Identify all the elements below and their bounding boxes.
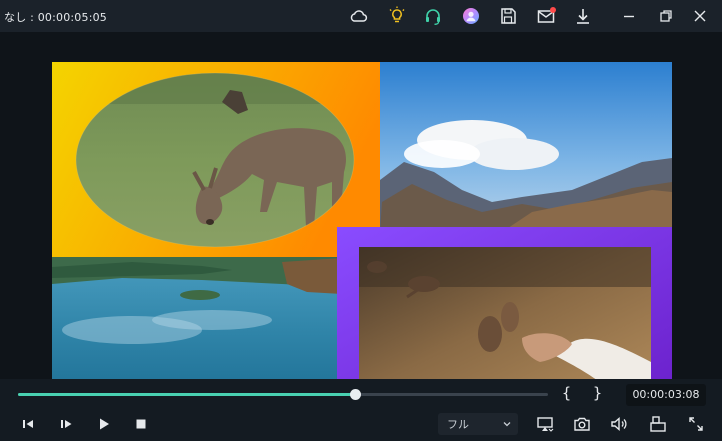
minimize-icon[interactable] xyxy=(619,6,639,26)
preview-panel xyxy=(0,32,722,409)
download-icon[interactable] xyxy=(573,6,593,26)
layout-icon[interactable] xyxy=(648,414,668,434)
volume-icon[interactable] xyxy=(609,414,629,434)
display-icon[interactable] xyxy=(535,414,555,434)
headset-icon[interactable] xyxy=(423,6,443,26)
play-icon[interactable] xyxy=(94,414,114,434)
progress-slider[interactable] xyxy=(18,389,548,400)
chevron-down-icon xyxy=(502,419,512,429)
avatar[interactable] xyxy=(461,6,481,26)
clip-mountain[interactable] xyxy=(380,62,672,232)
playback-controls: { } 00:00:03:08 フル xyxy=(0,379,722,441)
current-time: 00:00:03:08 xyxy=(626,384,706,406)
progress-handle[interactable] xyxy=(349,389,361,400)
close-icon[interactable] xyxy=(690,6,710,26)
snapshot-icon[interactable] xyxy=(572,414,592,434)
restore-icon[interactable] xyxy=(656,6,676,26)
stop-icon[interactable] xyxy=(131,414,151,434)
next-frame-icon[interactable] xyxy=(56,414,76,434)
lightbulb-icon[interactable] xyxy=(387,6,407,26)
mark-in-button[interactable]: { xyxy=(562,384,571,402)
mail-icon[interactable] xyxy=(536,6,556,26)
clip-deer[interactable] xyxy=(52,62,380,257)
project-title: なし : 00:00:05:05 xyxy=(4,11,108,24)
previous-frame-icon[interactable] xyxy=(18,414,38,434)
title-bar: なし : 00:00:05:05 xyxy=(0,0,722,32)
quality-select[interactable]: フル xyxy=(438,413,518,435)
cloud-icon[interactable] xyxy=(348,6,368,26)
mark-out-button[interactable]: } xyxy=(593,384,602,402)
save-icon[interactable] xyxy=(498,6,518,26)
quality-select-value: フル xyxy=(447,418,469,431)
video-canvas[interactable] xyxy=(52,62,672,409)
notification-dot xyxy=(550,7,556,13)
fullscreen-icon[interactable] xyxy=(686,414,706,434)
progress-fill xyxy=(18,393,355,396)
